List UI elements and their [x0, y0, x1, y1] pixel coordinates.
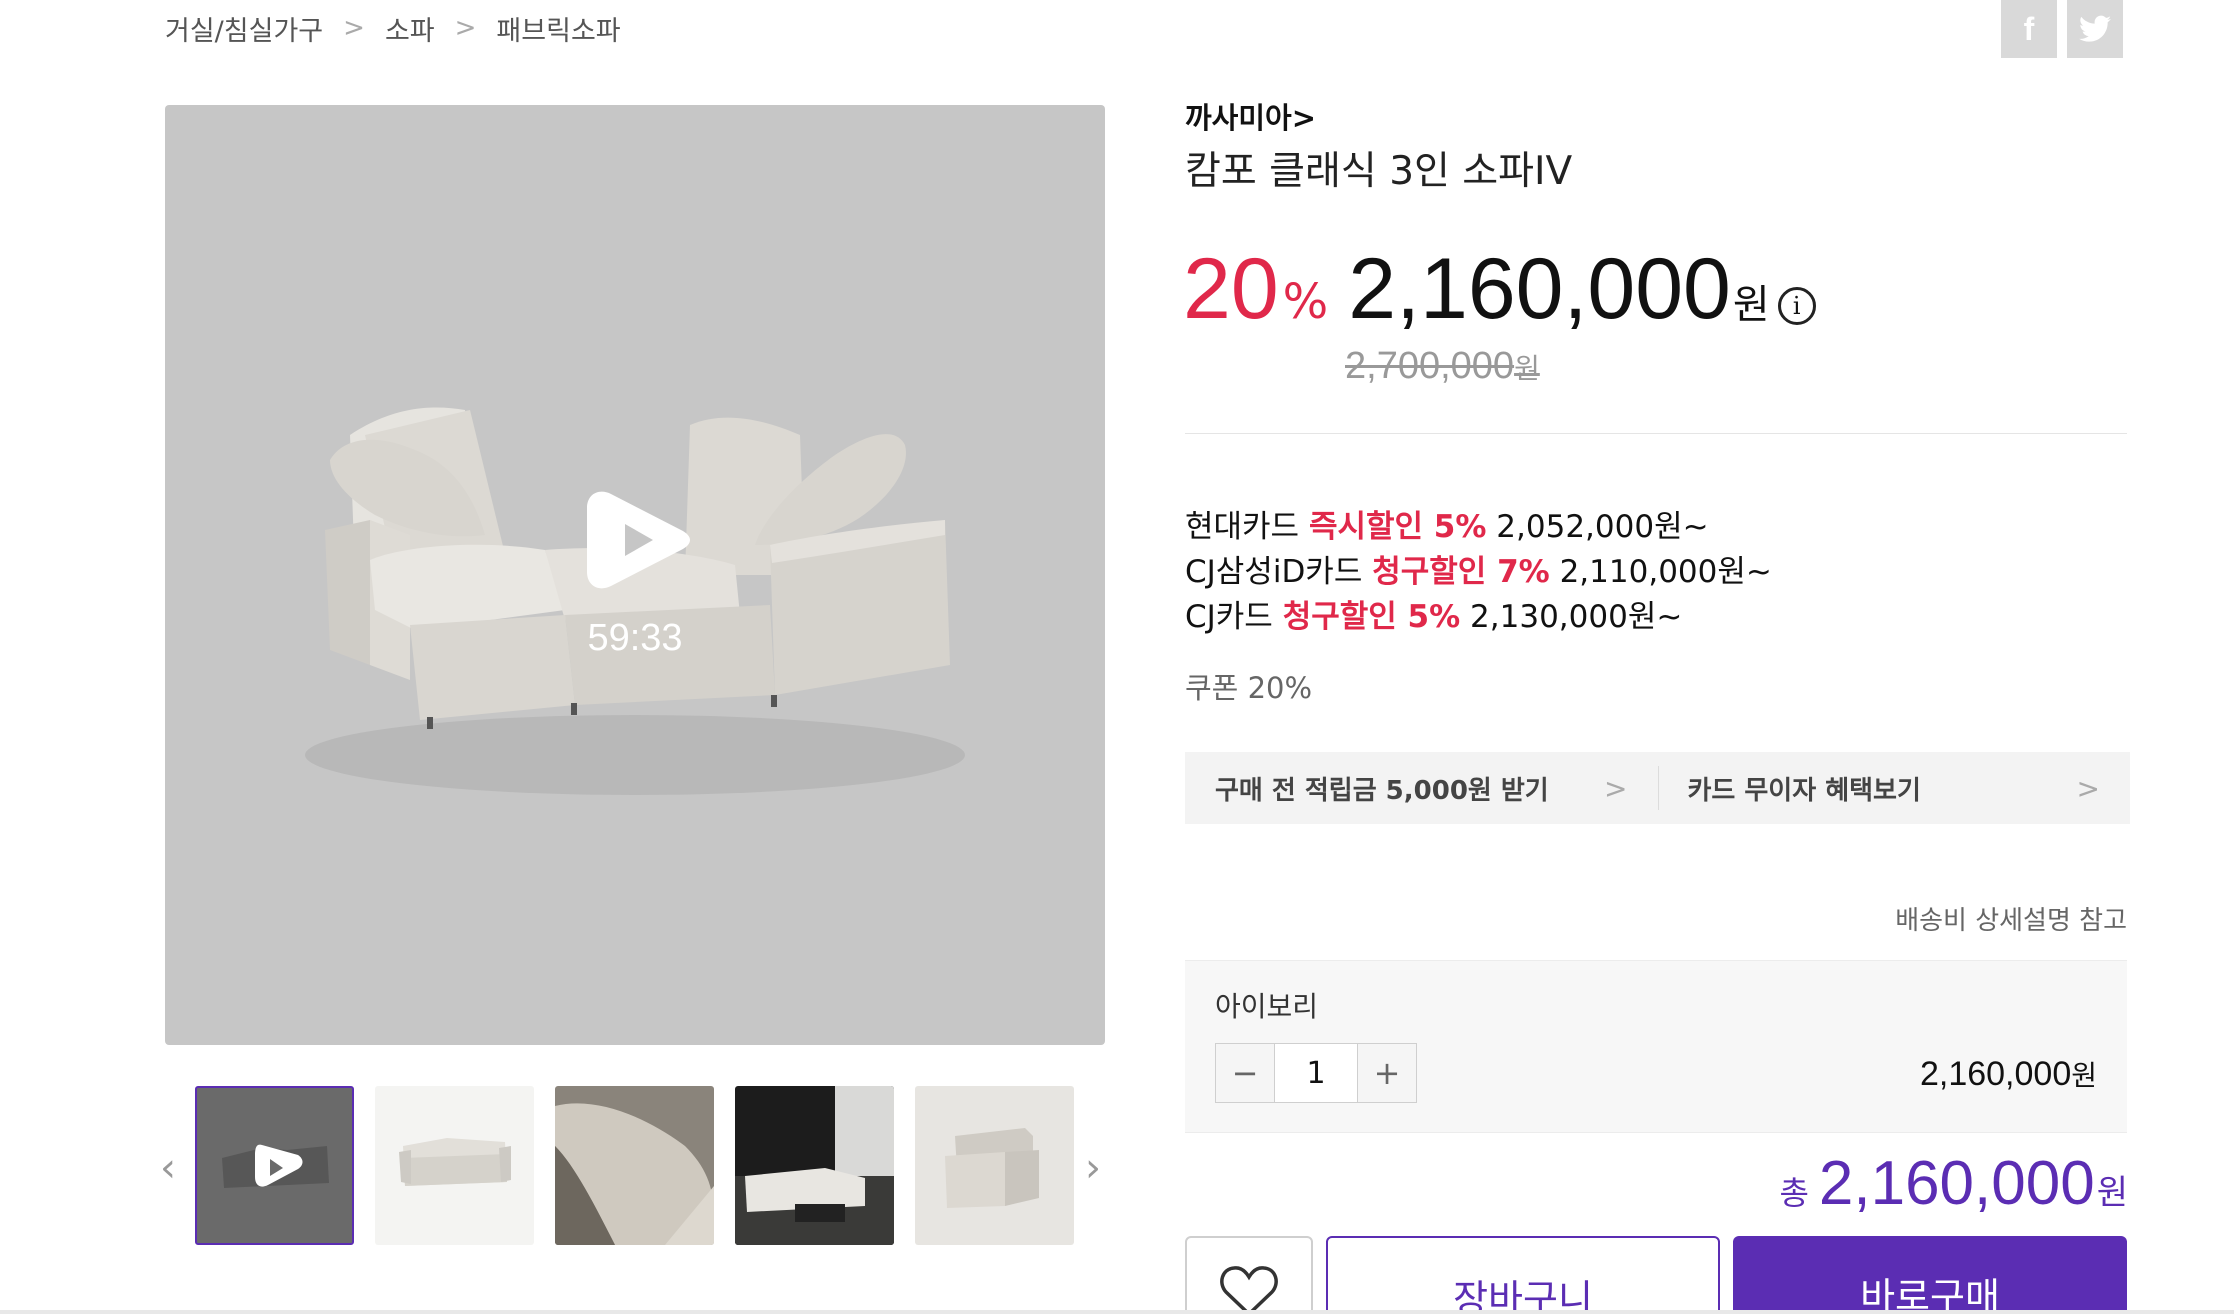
benefit-bar: 구매 전 적립금 5,000원 받기 > 카드 무이자 혜택보기 >: [1185, 752, 2130, 824]
discount-unit: %: [1282, 274, 1329, 330]
coupon-info: 쿠폰 20%: [1185, 671, 1313, 705]
page-bottom-border: [0, 1310, 2234, 1314]
chevron-right-icon: >: [1604, 771, 1628, 805]
breadcrumb-item-sofa[interactable]: 소파: [385, 9, 435, 48]
quantity-decrease-button[interactable]: −: [1216, 1044, 1274, 1102]
card-price: 2,130,000원~: [1460, 599, 1683, 635]
points-benefit-label: 구매 전 적립금 5,000원 받기: [1215, 775, 1549, 806]
card-offers: 현대카드 즉시할인 5% 2,052,000원~ CJ삼성iD카드 청구할인 7…: [1185, 505, 1772, 640]
heart-icon: [1220, 1266, 1278, 1314]
card-benefit: 즉시할인 5%: [1308, 509, 1487, 545]
total-label: 총: [1779, 1174, 1809, 1212]
product-title: 캄포 클래식 3인 소파IV: [1185, 149, 1573, 194]
card-name: 현대카드: [1185, 509, 1309, 545]
original-price-value: 2,700,000: [1345, 345, 1515, 387]
thumbnail-sofa-front[interactable]: [375, 1086, 534, 1245]
thumbnail-video[interactable]: [195, 1086, 354, 1245]
breadcrumb: 거실/침실가구 > 소파 > 패브릭소파: [165, 9, 621, 48]
selected-option: 아이보리 − 1 + 2,160,000원: [1185, 960, 2127, 1133]
points-benefit-button[interactable]: 구매 전 적립금 5,000원 받기 >: [1185, 752, 1658, 824]
price-info-icon[interactable]: i: [1777, 287, 1816, 325]
product-video[interactable]: 59:33: [165, 105, 1105, 1045]
living-room-image: [735, 1086, 894, 1245]
total-price: 총 2,160,000 원: [1779, 1148, 2128, 1219]
breadcrumb-item-fabric-sofa[interactable]: 패브릭소파: [496, 9, 620, 48]
quantity-increase-button[interactable]: +: [1358, 1044, 1416, 1102]
cushion-closeup-image: [555, 1103, 714, 1245]
card-offer-row: CJ삼성iD카드 청구할인 7% 2,110,000원~: [1185, 550, 1772, 595]
play-icon: [222, 1144, 329, 1188]
divider: [1185, 433, 2127, 434]
chevron-right-icon: >: [454, 13, 477, 43]
card-interest-free-label: 카드 무이자 혜택보기: [1687, 775, 1921, 806]
thumbnail-prev-arrow-icon[interactable]: ‹: [160, 1145, 176, 1191]
original-price-unit: 원: [1514, 353, 1540, 384]
video-duration: 59:33: [587, 617, 683, 659]
sale-price-unit: 원: [1732, 282, 1770, 328]
option-price: 2,160,000원: [1920, 1054, 2097, 1094]
card-offer-row: 현대카드 즉시할인 5% 2,052,000원~: [1185, 505, 1772, 550]
purchase-actions: 장바구니 바로구매: [1185, 1236, 2127, 1314]
play-icon[interactable]: [585, 486, 693, 594]
card-price: 2,110,000원~: [1549, 554, 1772, 590]
discount-rate: 20: [1183, 241, 1279, 337]
brand-link[interactable]: 까사미아>: [1185, 95, 1316, 137]
twitter-share-button[interactable]: [2067, 0, 2123, 58]
card-offer-row: CJ카드 청구할인 5% 2,130,000원~: [1185, 595, 1772, 640]
card-interest-free-button[interactable]: 카드 무이자 혜택보기 >: [1657, 752, 2131, 824]
sale-price: 2,160,000: [1348, 241, 1731, 337]
wishlist-button[interactable]: [1185, 1236, 1313, 1314]
card-price: 2,052,000원~: [1486, 509, 1709, 545]
quantity-stepper: − 1 +: [1215, 1043, 1417, 1103]
card-name: CJ삼성iD카드: [1185, 554, 1373, 590]
option-name: 아이보리: [1215, 990, 1319, 1023]
price-row: 20 % 2,160,000 원 i: [1183, 240, 1816, 339]
breadcrumb-item-living-bedroom[interactable]: 거실/침실가구: [165, 9, 323, 48]
chevron-right-icon: >: [2076, 771, 2100, 805]
card-benefit: 청구할인 5%: [1282, 599, 1461, 635]
thumbnail-cushion-closeup[interactable]: [555, 1086, 714, 1245]
sofa-thumbnail-image: [399, 1138, 511, 1186]
total-unit: 원: [2096, 1173, 2128, 1213]
original-price: 2,700,000원: [1345, 345, 1540, 388]
thumbnail-sofa-module[interactable]: [915, 1086, 1074, 1245]
card-name: CJ카드: [1185, 599, 1283, 635]
option-price-unit: 원: [2071, 1059, 2097, 1092]
facebook-share-button[interactable]: f: [2001, 0, 2057, 58]
thumbnail-strip: [195, 1086, 1074, 1245]
buy-now-button[interactable]: 바로구매: [1733, 1236, 2127, 1314]
chevron-right-icon: >: [343, 13, 365, 43]
twitter-icon: [2079, 15, 2111, 42]
option-price-value: 2,160,000: [1919, 1055, 2072, 1093]
thumbnail-living-room[interactable]: [735, 1086, 894, 1245]
total-amount: 2,160,000: [1818, 1149, 2095, 1218]
card-benefit: 청구할인 7%: [1372, 554, 1550, 590]
sofa-module-image: [945, 1128, 1039, 1208]
add-to-cart-button[interactable]: 장바구니: [1326, 1236, 1720, 1314]
thumbnail-next-arrow-icon[interactable]: ›: [1085, 1145, 1101, 1191]
quantity-input[interactable]: 1: [1274, 1044, 1358, 1102]
shipping-note: 배송비 상세설명 참고: [1895, 906, 2127, 936]
facebook-icon: f: [2023, 10, 2035, 47]
